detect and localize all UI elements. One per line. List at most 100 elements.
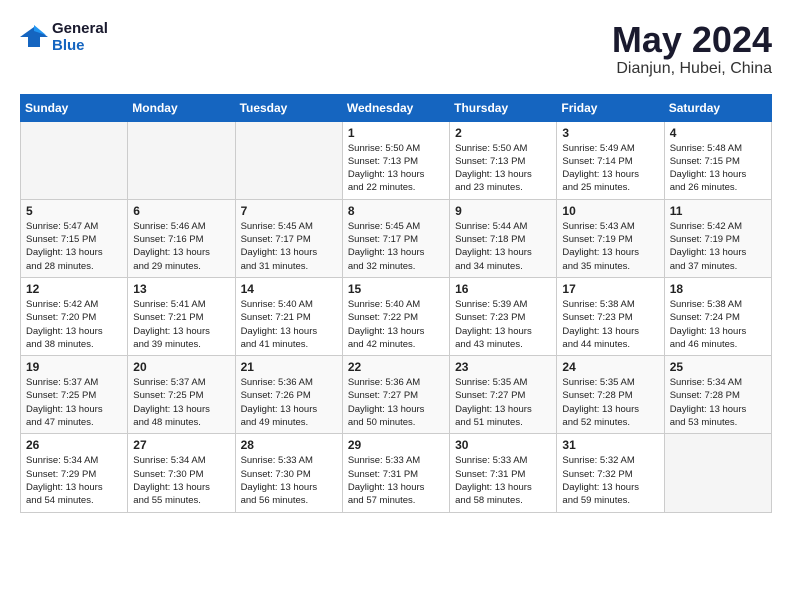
calendar-week-row: 19 Sunrise: 5:37 AM Sunset: 7:25 PM Dayli…: [21, 356, 772, 434]
calendar-header-row: SundayMondayTuesdayWednesdayThursdayFrid…: [21, 94, 772, 121]
header-friday: Friday: [557, 94, 664, 121]
calendar-cell: 19 Sunrise: 5:37 AM Sunset: 7:25 PM Dayli…: [21, 356, 128, 434]
day-number: 12: [26, 282, 122, 296]
day-info: Sunrise: 5:38 AM Sunset: 7:23 PM Dayligh…: [562, 298, 658, 351]
day-info: Sunrise: 5:33 AM Sunset: 7:31 PM Dayligh…: [348, 454, 444, 507]
calendar-cell: 7 Sunrise: 5:45 AM Sunset: 7:17 PM Daylig…: [235, 199, 342, 277]
calendar-week-row: 5 Sunrise: 5:47 AM Sunset: 7:15 PM Daylig…: [21, 199, 772, 277]
calendar-cell: [235, 121, 342, 199]
day-info: Sunrise: 5:34 AM Sunset: 7:29 PM Dayligh…: [26, 454, 122, 507]
day-number: 5: [26, 204, 122, 218]
day-number: 2: [455, 126, 551, 140]
day-number: 11: [670, 204, 766, 218]
day-info: Sunrise: 5:45 AM Sunset: 7:17 PM Dayligh…: [348, 220, 444, 273]
day-number: 18: [670, 282, 766, 296]
day-info: Sunrise: 5:41 AM Sunset: 7:21 PM Dayligh…: [133, 298, 229, 351]
calendar-week-row: 12 Sunrise: 5:42 AM Sunset: 7:20 PM Dayli…: [21, 277, 772, 355]
calendar-week-row: 1 Sunrise: 5:50 AM Sunset: 7:13 PM Daylig…: [21, 121, 772, 199]
calendar-cell: 1 Sunrise: 5:50 AM Sunset: 7:13 PM Daylig…: [342, 121, 449, 199]
day-number: 9: [455, 204, 551, 218]
calendar-cell: 18 Sunrise: 5:38 AM Sunset: 7:24 PM Dayli…: [664, 277, 771, 355]
day-number: 30: [455, 438, 551, 452]
day-info: Sunrise: 5:32 AM Sunset: 7:32 PM Dayligh…: [562, 454, 658, 507]
header-saturday: Saturday: [664, 94, 771, 121]
day-info: Sunrise: 5:36 AM Sunset: 7:26 PM Dayligh…: [241, 376, 337, 429]
calendar-cell: 25Sunrise: 5:34 AM Sunset: 7:28 PM Dayli…: [664, 356, 771, 434]
day-number: 23: [455, 360, 551, 374]
calendar-cell: 20 Sunrise: 5:37 AM Sunset: 7:25 PM Dayli…: [128, 356, 235, 434]
day-info: Sunrise: 5:40 AM Sunset: 7:22 PM Dayligh…: [348, 298, 444, 351]
day-info: Sunrise: 5:42 AM Sunset: 7:20 PM Dayligh…: [26, 298, 122, 351]
day-number: 25: [670, 360, 766, 374]
day-info: Sunrise: 5:47 AM Sunset: 7:15 PM Dayligh…: [26, 220, 122, 273]
day-info: Sunrise: 5:40 AM Sunset: 7:21 PM Dayligh…: [241, 298, 337, 351]
day-number: 13: [133, 282, 229, 296]
day-number: 10: [562, 204, 658, 218]
calendar-cell: 9 Sunrise: 5:44 AM Sunset: 7:18 PM Daylig…: [450, 199, 557, 277]
calendar-cell: 16Sunrise: 5:39 AM Sunset: 7:23 PM Dayli…: [450, 277, 557, 355]
day-info: Sunrise: 5:43 AM Sunset: 7:19 PM Dayligh…: [562, 220, 658, 273]
calendar-cell: 30Sunrise: 5:33 AM Sunset: 7:31 PM Dayli…: [450, 434, 557, 512]
day-info: Sunrise: 5:49 AM Sunset: 7:14 PM Dayligh…: [562, 142, 658, 195]
calendar-week-row: 26Sunrise: 5:34 AM Sunset: 7:29 PM Dayli…: [21, 434, 772, 512]
day-info: Sunrise: 5:35 AM Sunset: 7:28 PM Dayligh…: [562, 376, 658, 429]
day-number: 22: [348, 360, 444, 374]
calendar-cell: 12 Sunrise: 5:42 AM Sunset: 7:20 PM Dayli…: [21, 277, 128, 355]
day-number: 7: [241, 204, 337, 218]
day-number: 24: [562, 360, 658, 374]
day-info: Sunrise: 5:48 AM Sunset: 7:15 PM Dayligh…: [670, 142, 766, 195]
month-title: May 2024: [612, 20, 772, 60]
calendar-cell: 21 Sunrise: 5:36 AM Sunset: 7:26 PM Dayli…: [235, 356, 342, 434]
day-number: 6: [133, 204, 229, 218]
calendar-cell: 26Sunrise: 5:34 AM Sunset: 7:29 PM Dayli…: [21, 434, 128, 512]
header-wednesday: Wednesday: [342, 94, 449, 121]
calendar-cell: 8 Sunrise: 5:45 AM Sunset: 7:17 PM Daylig…: [342, 199, 449, 277]
calendar: SundayMondayTuesdayWednesdayThursdayFrid…: [20, 94, 772, 513]
day-number: 27: [133, 438, 229, 452]
day-number: 1: [348, 126, 444, 140]
day-info: Sunrise: 5:37 AM Sunset: 7:25 PM Dayligh…: [133, 376, 229, 429]
day-number: 17: [562, 282, 658, 296]
day-number: 21: [241, 360, 337, 374]
day-info: Sunrise: 5:34 AM Sunset: 7:30 PM Dayligh…: [133, 454, 229, 507]
calendar-cell: 28Sunrise: 5:33 AM Sunset: 7:30 PM Dayli…: [235, 434, 342, 512]
day-info: Sunrise: 5:45 AM Sunset: 7:17 PM Dayligh…: [241, 220, 337, 273]
day-number: 3: [562, 126, 658, 140]
calendar-cell: 2Sunrise: 5:50 AM Sunset: 7:13 PM Daylig…: [450, 121, 557, 199]
day-info: Sunrise: 5:36 AM Sunset: 7:27 PM Dayligh…: [348, 376, 444, 429]
calendar-cell: 4 Sunrise: 5:48 AM Sunset: 7:15 PM Daylig…: [664, 121, 771, 199]
calendar-cell: 31 Sunrise: 5:32 AM Sunset: 7:32 PM Dayli…: [557, 434, 664, 512]
calendar-cell: 22 Sunrise: 5:36 AM Sunset: 7:27 PM Dayli…: [342, 356, 449, 434]
calendar-cell: [128, 121, 235, 199]
day-number: 8: [348, 204, 444, 218]
calendar-cell: 5 Sunrise: 5:47 AM Sunset: 7:15 PM Daylig…: [21, 199, 128, 277]
day-info: Sunrise: 5:38 AM Sunset: 7:24 PM Dayligh…: [670, 298, 766, 351]
day-info: Sunrise: 5:46 AM Sunset: 7:16 PM Dayligh…: [133, 220, 229, 273]
location: Dianjun, Hubei, China: [612, 60, 772, 78]
day-number: 4: [670, 126, 766, 140]
day-number: 20: [133, 360, 229, 374]
header-monday: Monday: [128, 94, 235, 121]
calendar-cell: 24 Sunrise: 5:35 AM Sunset: 7:28 PM Dayli…: [557, 356, 664, 434]
calendar-cell: 29Sunrise: 5:33 AM Sunset: 7:31 PM Dayli…: [342, 434, 449, 512]
calendar-cell: [21, 121, 128, 199]
day-number: 14: [241, 282, 337, 296]
day-number: 16: [455, 282, 551, 296]
header-tuesday: Tuesday: [235, 94, 342, 121]
calendar-cell: 27 Sunrise: 5:34 AM Sunset: 7:30 PM Dayli…: [128, 434, 235, 512]
logo-icon: [20, 23, 48, 51]
title-block: May 2024 Dianjun, Hubei, China: [612, 20, 772, 78]
day-number: 19: [26, 360, 122, 374]
calendar-cell: 23 Sunrise: 5:35 AM Sunset: 7:27 PM Dayli…: [450, 356, 557, 434]
calendar-cell: [664, 434, 771, 512]
day-info: Sunrise: 5:37 AM Sunset: 7:25 PM Dayligh…: [26, 376, 122, 429]
header-sunday: Sunday: [21, 94, 128, 121]
day-number: 15: [348, 282, 444, 296]
day-number: 31: [562, 438, 658, 452]
day-info: Sunrise: 5:50 AM Sunset: 7:13 PM Dayligh…: [348, 142, 444, 195]
day-info: Sunrise: 5:42 AM Sunset: 7:19 PM Dayligh…: [670, 220, 766, 273]
day-info: Sunrise: 5:44 AM Sunset: 7:18 PM Dayligh…: [455, 220, 551, 273]
logo: General Blue: [20, 20, 108, 54]
calendar-cell: 13 Sunrise: 5:41 AM Sunset: 7:21 PM Dayli…: [128, 277, 235, 355]
day-info: Sunrise: 5:35 AM Sunset: 7:27 PM Dayligh…: [455, 376, 551, 429]
